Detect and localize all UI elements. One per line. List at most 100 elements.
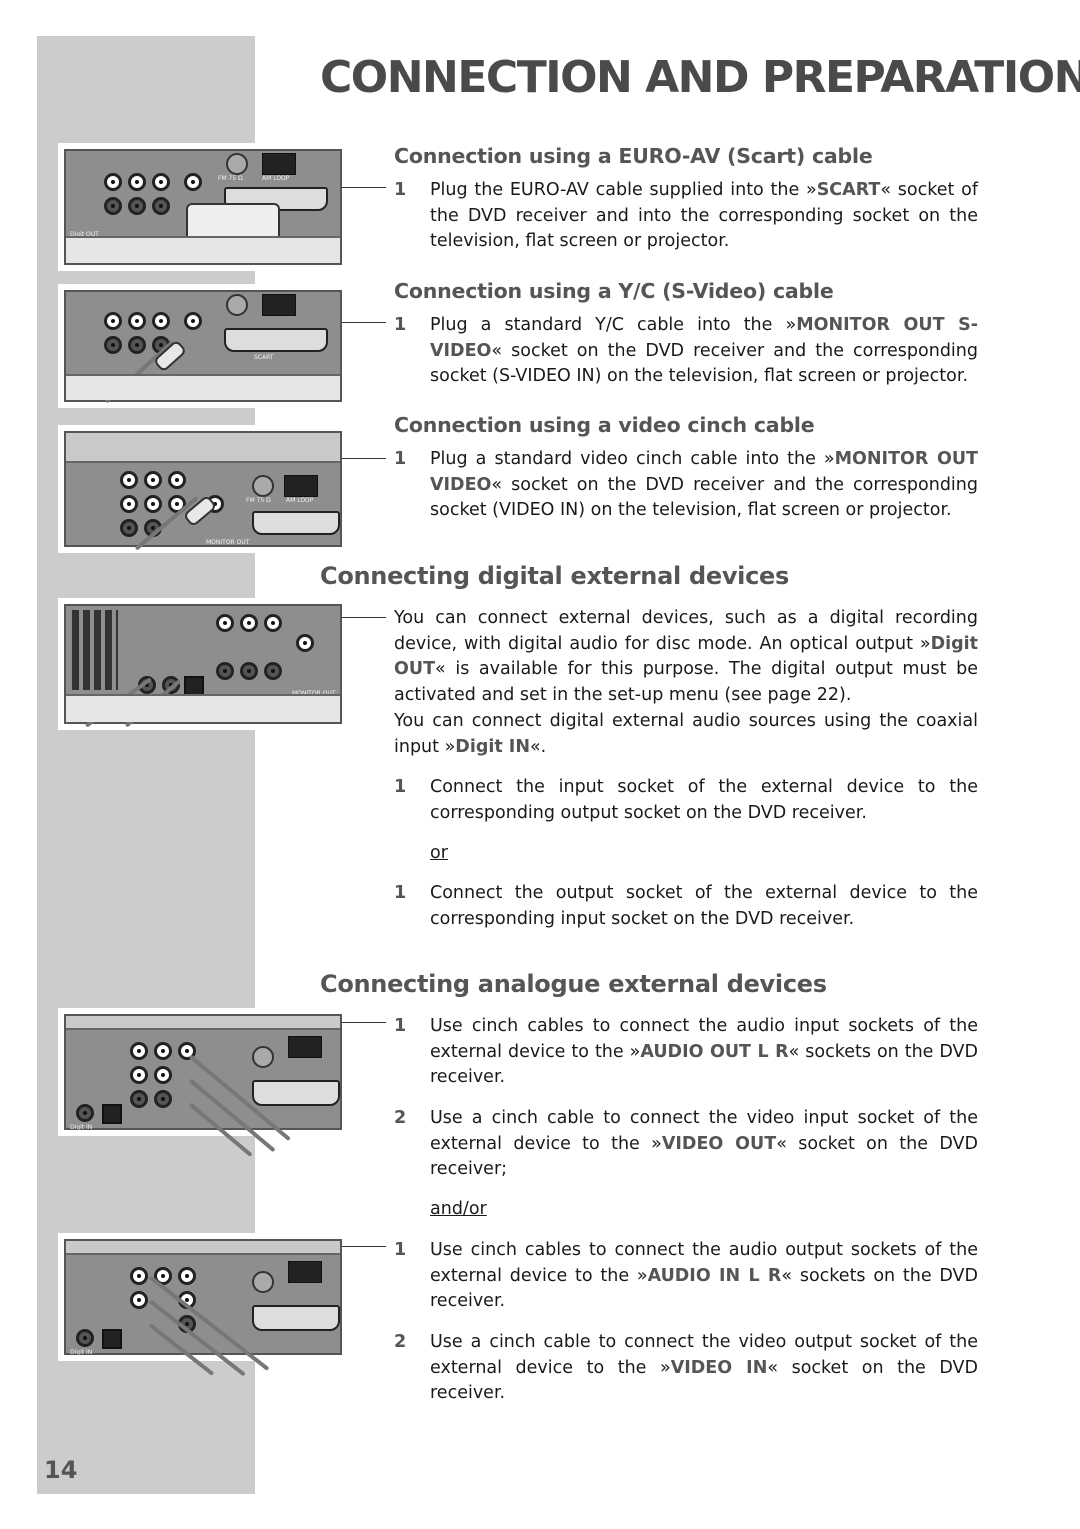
step-number: 2 bbox=[394, 1332, 407, 1352]
video-jack-icon bbox=[184, 312, 202, 330]
step-text: Plug the EURO-AV cable supplied into the… bbox=[430, 178, 978, 255]
panel-top bbox=[66, 1241, 340, 1255]
step-text: Use cinch cables to connect the audio in… bbox=[430, 1014, 978, 1091]
audio-jack-icon bbox=[130, 1066, 148, 1084]
receiver-rear-panel: Digit IN bbox=[64, 1014, 342, 1157]
step-number: 1 bbox=[394, 883, 407, 903]
step-analogue-b1: 1 Use cinch cables to connect the audio … bbox=[394, 1238, 978, 1315]
keyword: AUDIO IN L R bbox=[647, 1265, 782, 1286]
step-text: Connect the output socket of the externa… bbox=[430, 883, 978, 929]
am-loop-terminal-icon bbox=[262, 294, 296, 316]
panel-base bbox=[66, 236, 340, 263]
step-svideo-1: 1 Plug a standard Y/C cable into the »MO… bbox=[394, 313, 978, 390]
digit-out-optical-socket-icon bbox=[184, 676, 204, 696]
am-loop-terminal-icon bbox=[284, 475, 318, 497]
keyword: VIDEO IN bbox=[670, 1357, 768, 1378]
callout-line bbox=[342, 1246, 386, 1247]
receiver-rear-panel: SCART bbox=[64, 290, 342, 404]
audio-jack-icon bbox=[264, 614, 282, 632]
digital-intro-2: You can connect digital external audio s… bbox=[394, 709, 978, 760]
heading-svideo: Connection using a Y/C (S-Video) cable bbox=[394, 279, 834, 303]
step-cinch-1: 1 Plug a standard video cinch cable into… bbox=[394, 447, 978, 524]
am-loop-label: AM LOOP bbox=[262, 175, 290, 182]
heading-scart: Connection using a EURO-AV (Scart) cable bbox=[394, 144, 873, 168]
figure-scart-connection: FM 75 Ω AM LOOP Digit OUT bbox=[58, 143, 348, 271]
figure-digital-connection: MONITOR OUT bbox=[58, 598, 348, 730]
text: « socket on the DVD receiver and the cor… bbox=[430, 340, 978, 387]
audio-jack-icon bbox=[130, 1291, 148, 1309]
audio-jack-icon bbox=[152, 312, 170, 330]
audio-jack-icon bbox=[128, 312, 146, 330]
fm-antenna-socket-icon bbox=[226, 294, 248, 316]
audio-jack-icon bbox=[216, 614, 234, 632]
audio-jack-icon bbox=[144, 495, 162, 513]
step-text: Use cinch cables to connect the audio ou… bbox=[430, 1238, 978, 1315]
heading-cinch: Connection using a video cinch cable bbox=[394, 413, 815, 437]
heading-analogue: Connecting analogue external devices bbox=[320, 970, 827, 998]
text: Plug a standard Y/C cable into the » bbox=[430, 315, 797, 335]
am-loop-label: AM LOOP bbox=[286, 497, 314, 504]
am-loop-terminal-icon bbox=[262, 153, 296, 175]
audio-jack-icon bbox=[154, 1042, 172, 1060]
audio-jack-icon bbox=[144, 471, 162, 489]
monitor-label: MONITOR OUT bbox=[206, 539, 250, 546]
digit-in-label: Digit IN bbox=[70, 1124, 93, 1131]
digit-in-socket-icon bbox=[76, 1104, 94, 1122]
step-number: 1 bbox=[394, 449, 407, 469]
audio-jack-icon bbox=[104, 336, 122, 354]
panel-base bbox=[66, 374, 340, 400]
step-number: 1 bbox=[394, 315, 407, 335]
separator-or: or bbox=[430, 843, 448, 863]
callout-line bbox=[342, 322, 386, 323]
step-digital-2: 1 Connect the output socket of the exter… bbox=[394, 881, 978, 932]
step-digital-1: 1 Connect the input socket of the extern… bbox=[394, 775, 978, 826]
audio-jack-icon bbox=[154, 1090, 172, 1108]
keyword: AUDIO OUT L R bbox=[640, 1041, 789, 1062]
digit-out-optical-socket-icon bbox=[102, 1329, 122, 1349]
text: « is available for this purpose. The dig… bbox=[394, 659, 978, 706]
fm-antenna-socket-icon bbox=[252, 475, 274, 497]
scart-socket-icon bbox=[252, 1080, 340, 1106]
audio-jack-icon bbox=[120, 495, 138, 513]
audio-jack-icon bbox=[104, 312, 122, 330]
keyword: VIDEO OUT bbox=[661, 1133, 777, 1154]
audio-jack-icon bbox=[264, 662, 282, 680]
am-loop-terminal-icon bbox=[288, 1261, 322, 1283]
step-number: 1 bbox=[394, 777, 407, 797]
page-title-text: CONNECTION AND PREPARATION bbox=[320, 52, 1080, 103]
audio-jack-icon bbox=[130, 1090, 148, 1108]
audio-jack-icon bbox=[120, 519, 138, 537]
text: «. bbox=[529, 736, 547, 757]
scart-socket-icon bbox=[224, 328, 328, 352]
audio-jack-icon bbox=[216, 662, 234, 680]
callout-line bbox=[342, 617, 386, 618]
text: Plug a standard video cinch cable into t… bbox=[430, 449, 835, 469]
figure-cinch-connection: FM 75 Ω AM LOOP MONITOR OUT bbox=[58, 425, 348, 553]
step-text: Use a cinch cable to connect the video o… bbox=[430, 1330, 978, 1407]
scart-socket-icon bbox=[252, 1305, 340, 1331]
keyword: SCART bbox=[816, 180, 881, 200]
step-number: 1 bbox=[394, 180, 407, 200]
page-title: CONNECTION AND PREPARATION bbox=[320, 52, 1080, 103]
figure-analogue-in-connection: Digit IN bbox=[58, 1233, 348, 1377]
separator-and-or: and/or bbox=[430, 1199, 487, 1219]
audio-jack-icon bbox=[104, 173, 122, 191]
audio-jack-icon bbox=[130, 1042, 148, 1060]
step-number: 1 bbox=[394, 1240, 407, 1260]
fm-label: FM 75 Ω bbox=[218, 175, 243, 182]
step-number: 1 bbox=[394, 1016, 407, 1036]
page-number: 14 bbox=[44, 1456, 78, 1484]
panel-top bbox=[66, 433, 340, 463]
audio-jack-icon bbox=[104, 197, 122, 215]
step-text: Plug a standard Y/C cable into the »MONI… bbox=[430, 313, 978, 390]
text: « socket on the DVD receiver and the cor… bbox=[430, 474, 978, 521]
video-jack-icon bbox=[296, 634, 314, 652]
digital-intro-1: You can connect external devices, such a… bbox=[394, 606, 978, 709]
audio-jack-icon bbox=[240, 662, 258, 680]
audio-jack-icon bbox=[128, 173, 146, 191]
figure-analogue-out-connection: Digit IN bbox=[58, 1008, 348, 1157]
cooling-vent-icon bbox=[72, 610, 118, 690]
step-scart-1: 1 Plug the EURO-AV cable supplied into t… bbox=[394, 178, 978, 255]
panel-top bbox=[66, 1016, 340, 1030]
step-text: Connect the input socket of the external… bbox=[430, 777, 978, 823]
